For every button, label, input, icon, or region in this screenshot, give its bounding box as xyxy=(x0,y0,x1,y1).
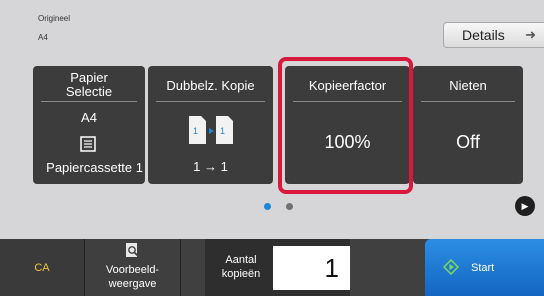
clear-all-label: CA xyxy=(34,261,50,274)
page-dot[interactable] xyxy=(286,203,293,210)
start-label: Start xyxy=(471,262,495,274)
paper-selection-title-line1: Papier xyxy=(70,70,108,85)
details-button-label: Details xyxy=(462,27,505,43)
clear-all-button[interactable]: CA xyxy=(0,239,84,296)
preview-label-line1: Voorbeeld- xyxy=(105,264,160,276)
copy-screen: Origineel A4 Details ➜ Papier Selectie A… xyxy=(0,0,544,296)
copies-label-line2: kopieën xyxy=(221,268,261,280)
duplex-copy-icon: 1 1 xyxy=(189,116,233,144)
tile-divider xyxy=(156,101,265,102)
paper-size-value: A4 xyxy=(81,110,97,125)
original-label: Origineel xyxy=(38,14,71,23)
details-button[interactable]: Details ➜ xyxy=(443,22,544,48)
duplex-value: 1 → 1 xyxy=(193,159,228,174)
duplex-title: Dubbelz. Kopie xyxy=(166,78,255,93)
paper-tray-icon xyxy=(80,136,96,152)
next-page-button[interactable]: ▶ xyxy=(515,196,535,216)
svg-text:1: 1 xyxy=(193,126,198,136)
svg-text:1: 1 xyxy=(220,126,225,136)
arrow-right-icon: ➜ xyxy=(525,27,536,42)
tile-staple[interactable]: Nieten Off xyxy=(413,66,523,184)
start-diamond-icon xyxy=(443,259,459,275)
paper-selection-title-line2: Selectie xyxy=(65,84,113,99)
copies-label: Aantal kopieën xyxy=(214,253,268,281)
original-size-value: A4 xyxy=(38,33,48,42)
preview-magnifier-icon xyxy=(126,243,140,258)
tile-divider xyxy=(41,101,137,102)
start-button[interactable]: Start xyxy=(425,239,544,296)
tile-paper-selection[interactable]: Papier Selectie A4 Papiercassette 1 xyxy=(33,66,145,184)
highlight-frame xyxy=(278,57,413,194)
staple-value: Off xyxy=(456,132,480,152)
paper-source-value: Papiercassette 1 xyxy=(46,160,143,175)
preview-label-line2: weergave xyxy=(108,278,157,290)
play-right-icon: ▶ xyxy=(521,201,529,211)
copies-label-line1: Aantal xyxy=(225,254,257,266)
copies-input[interactable] xyxy=(273,246,350,290)
page-dot-active[interactable] xyxy=(264,203,271,210)
tile-divider xyxy=(421,101,515,102)
tile-duplex-copy[interactable]: Dubbelz. Kopie 1 1 1 → 1 xyxy=(148,66,273,184)
preview-button[interactable]: Voorbeeld- weergave xyxy=(84,239,181,296)
staple-title: Nieten xyxy=(449,78,487,93)
